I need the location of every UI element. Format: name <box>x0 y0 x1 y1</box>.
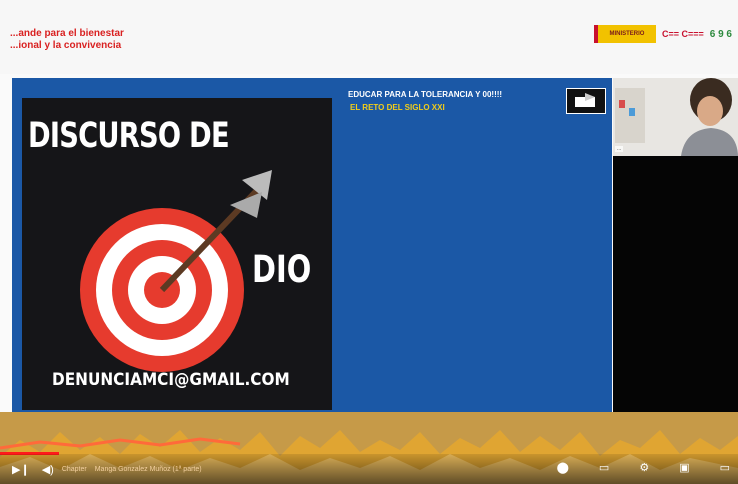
banner-title-line1: ...ande para el bienestar <box>10 28 124 39</box>
green-logo: 6 9 6 <box>709 28 732 40</box>
webcam-feed <box>613 78 738 156</box>
miniplayer-icon[interactable]: ▣ <box>679 461 689 474</box>
partner-logo: C== C=== <box>661 29 704 39</box>
banner-title: ...ande para el bienestar ...ional y la … <box>10 28 124 52</box>
poster-title: DISCURSO DE <box>28 116 230 156</box>
video-frame[interactable]: ...ande para el bienestar ...ional y la … <box>0 0 738 484</box>
slide-logo <box>566 88 606 114</box>
play-icon[interactable]: ▶❙ <box>12 463 30 476</box>
government-logo: MINISTERIO <box>593 25 656 43</box>
banner-title-line2: ...ional y la convivencia <box>10 40 122 51</box>
logo-icon <box>575 93 595 107</box>
autoplay-toggle-icon[interactable]: ⬤ <box>557 461 569 474</box>
target-icon <box>80 170 272 372</box>
player-controls: ▶❙ ◀) Chapter Manga Gonzalez Muñoz (1ª p… <box>0 454 738 484</box>
subtitles-icon[interactable]: ▭ <box>599 461 609 474</box>
poster-email: DENUNCIAMCI@GMAIL.COM <box>52 370 290 390</box>
slide-subtitle: EL RETO DEL SIGLO XXI <box>350 103 445 112</box>
logo-strip: MINISTERIO C== C=== 6 9 6 <box>593 25 732 43</box>
player-right-controls: ⬤ ▭ ⚙ ▣ ▭ <box>545 461 730 474</box>
side-panel <box>613 156 738 412</box>
slide-title: EDUCAR PARA LA TOLERANCIA Y 00!!!! <box>348 90 503 99</box>
webcam-label: ... <box>615 146 624 152</box>
poster-word-end: DIO <box>252 248 312 291</box>
hate-speech-poster: DISCURSO DE DIO DENUNCIAMCI@GMAIL.COM <box>22 98 332 410</box>
theater-icon[interactable]: ▭ <box>720 461 730 474</box>
video-title: Manga Gonzalez Muñoz (1ª parte) <box>94 465 202 473</box>
chapter-label[interactable]: Chapter <box>62 466 87 473</box>
presenter-image <box>613 78 738 156</box>
gear-icon[interactable]: ⚙ <box>639 461 649 474</box>
presentation-banner: ...ande para el bienestar ...ional y la … <box>0 0 738 74</box>
volume-icon[interactable]: ◀) <box>42 463 54 476</box>
